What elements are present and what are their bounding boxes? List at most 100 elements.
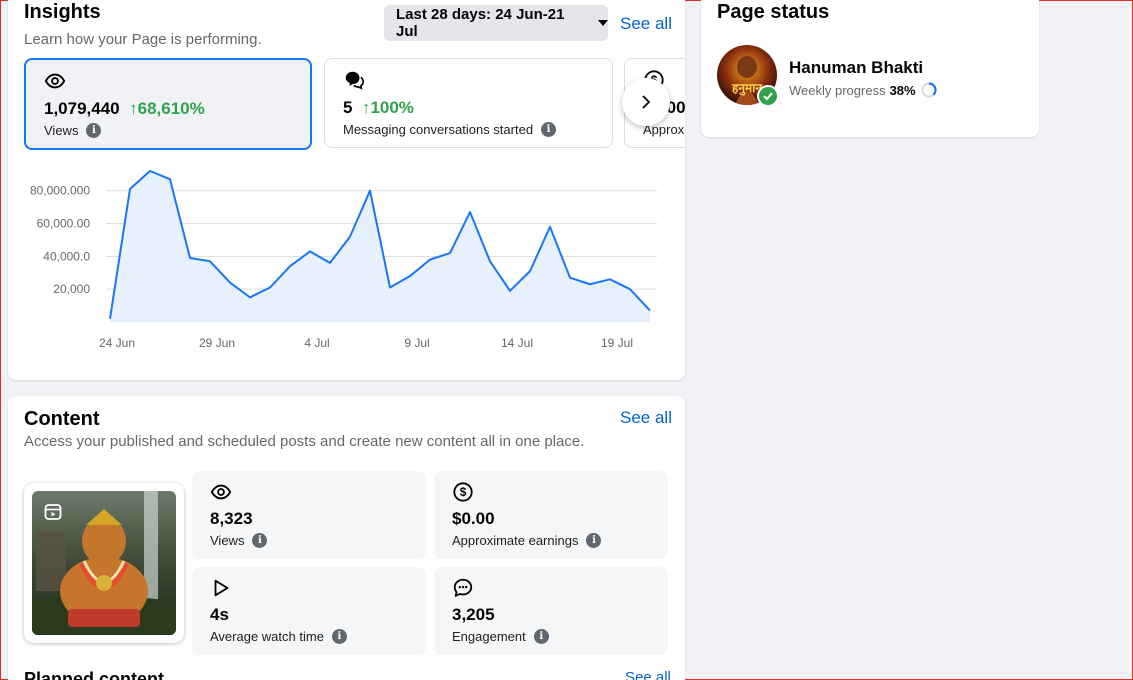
data-point[interactable] [445,248,455,258]
stat-views-value: 8,323 [210,509,253,528]
eye-icon [210,484,232,500]
data-point[interactable] [305,246,315,256]
stat-label: Approximate earnings i [452,533,602,548]
info-icon[interactable]: i [86,123,102,138]
data-point[interactable] [505,286,515,296]
views-area-fill [110,171,650,322]
stat-earnings[interactable]: $ $0.00 Approximate earnings i [434,471,668,559]
insights-title: Insights [24,1,101,23]
stat-earnings-value: $0.00 [452,509,495,528]
x-tick-label: 4 Jul [304,336,329,350]
x-tick-label: 24 Jun [99,336,135,350]
stat-engagement[interactable]: 3,205 Engagement i [434,567,668,655]
data-point[interactable] [525,266,535,276]
data-point[interactable] [605,274,615,284]
eye-icon [44,73,66,89]
reel-icon [44,504,62,520]
content-title: Content [24,408,100,430]
svg-text:$: $ [460,485,467,499]
page-status-title: Page status [717,1,830,23]
date-range-label: Last 28 days: 24 Jun-21 Jul [396,6,565,40]
metric-card-messaging[interactable]: 5 ↑100% Messaging conversations started … [324,58,613,148]
info-icon[interactable]: i [533,629,549,644]
page-status-card: Page status हनुमान Hanuman Bhakti Weekly… [701,0,1039,137]
data-point[interactable] [405,271,415,281]
data-point[interactable] [565,273,575,283]
metric-views-change: 68,610% [137,99,205,118]
metric-views-value: 1,079,440 [44,99,120,118]
metric-value: 1,079,440 ↑68,610% [44,99,205,119]
trend-up-icon: ↑ [124,99,138,118]
data-point[interactable] [125,184,135,194]
stat-views-label: Views [210,533,245,548]
x-tick-label: 29 Jun [199,336,235,350]
planned-content-title: Planned content [24,669,165,680]
stat-views[interactable]: 8,323 Views i [192,471,426,559]
x-tick-label: 19 Jul [601,336,633,350]
stat-engagement-label: Engagement [452,629,526,644]
reel-thumbnail[interactable] [32,491,176,635]
data-point[interactable] [485,256,495,266]
progress-ring-icon [921,82,937,98]
data-point[interactable] [205,256,215,266]
metric-messaging-value: 5 [343,98,353,117]
reel-thumbnail-card[interactable] [24,483,184,643]
data-point[interactable] [165,174,175,184]
next-metrics-button[interactable] [622,78,670,126]
data-point[interactable] [105,314,115,324]
stat-label: Average watch time i [210,629,347,644]
stat-watch-time[interactable]: 4s Average watch time i [192,567,426,655]
data-point[interactable] [325,258,335,268]
chat-bubbles-icon [345,71,364,90]
data-point[interactable] [185,253,195,263]
data-point[interactable] [145,166,155,176]
metric-views-label: Views [44,123,79,138]
data-point[interactable] [345,232,355,242]
info-icon[interactable]: i [252,533,268,548]
stat-earnings-label: Approximate earnings [452,533,579,548]
trend-up-icon: ↑ [357,98,371,117]
insights-card: Insights Learn how your Page is performi… [8,0,685,380]
data-point[interactable] [265,283,275,293]
data-point[interactable] [245,292,255,302]
info-icon[interactable]: i [331,629,347,644]
play-icon [214,579,229,597]
data-point[interactable] [625,284,635,294]
metric-value: 5 ↑100% [343,98,414,118]
dollar-icon: $ [453,482,473,502]
date-range-dropdown[interactable]: Last 28 days: 24 Jun-21 Jul [384,5,608,41]
data-point[interactable] [425,255,435,265]
metric-label: Messaging conversations started i [343,122,557,137]
data-point[interactable] [645,306,655,316]
data-point[interactable] [225,278,235,288]
data-point[interactable] [285,261,295,271]
y-tick-label: 80,000.000 [30,184,90,198]
insights-see-all-link[interactable]: See all [620,14,672,34]
chevron-right-icon [642,95,651,109]
page-name[interactable]: Hanuman Bhakti [789,58,923,78]
stat-engagement-value: 3,205 [452,605,495,624]
chat-bubble-icon [453,578,473,597]
metric-card-views[interactable]: 1,079,440 ↑68,610% Views i [24,58,312,150]
metric-messaging-change: 100% [370,98,414,117]
metric-label: Views i [44,123,102,138]
data-point[interactable] [545,222,555,232]
verified-check-icon [757,85,779,107]
info-icon[interactable]: i [586,533,602,548]
x-tick-label: 14 Jul [501,336,533,350]
weekly-progress-value: 38% [889,82,916,98]
stat-watch-time-label: Average watch time [210,629,324,644]
metric-messaging-label: Messaging conversations started [343,122,534,137]
content-see-all-link[interactable]: See all [620,408,672,428]
stat-watch-time-value: 4s [210,605,229,624]
planned-see-all-link[interactable]: See all [625,669,671,680]
data-point[interactable] [585,279,595,289]
info-icon[interactable]: i [541,122,557,137]
stat-label: Views i [210,533,268,548]
y-tick-label: 40,000.0 [43,249,90,263]
data-point[interactable] [465,207,475,217]
caret-down-icon [598,20,608,26]
weekly-progress-label: Weekly progress [789,82,886,98]
data-point[interactable] [365,186,375,196]
data-point[interactable] [385,283,395,293]
